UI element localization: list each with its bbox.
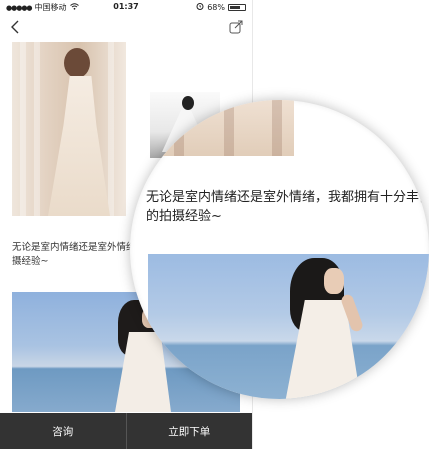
status-bar: ●●●●● 中国移动 01:37 68% [0, 0, 252, 14]
share-icon[interactable] [228, 19, 244, 35]
nav-bar [0, 14, 252, 40]
photo-woman-indoor [12, 42, 126, 216]
alarm-icon [196, 2, 204, 12]
battery-icon [228, 3, 246, 11]
magnifier-zoom-circle: 无论是室内情绪还是室外情绪，我都拥有十分丰富的拍摄经验~ [130, 100, 429, 399]
battery-percent: 68% [207, 2, 225, 12]
magnified-photo-seaside [148, 254, 429, 399]
order-now-button[interactable]: 立即下单 [127, 413, 253, 449]
magnified-description-text: 无论是室内情绪还是室外情绪，我都拥有十分丰富的拍摄经验~ [146, 190, 429, 224]
back-chevron-icon[interactable] [8, 19, 24, 35]
bottom-action-bar: 咨询 立即下单 [0, 413, 252, 449]
consult-button[interactable]: 咨询 [0, 413, 126, 449]
battery-level [230, 5, 240, 9]
magnified-photo-top [154, 100, 294, 156]
